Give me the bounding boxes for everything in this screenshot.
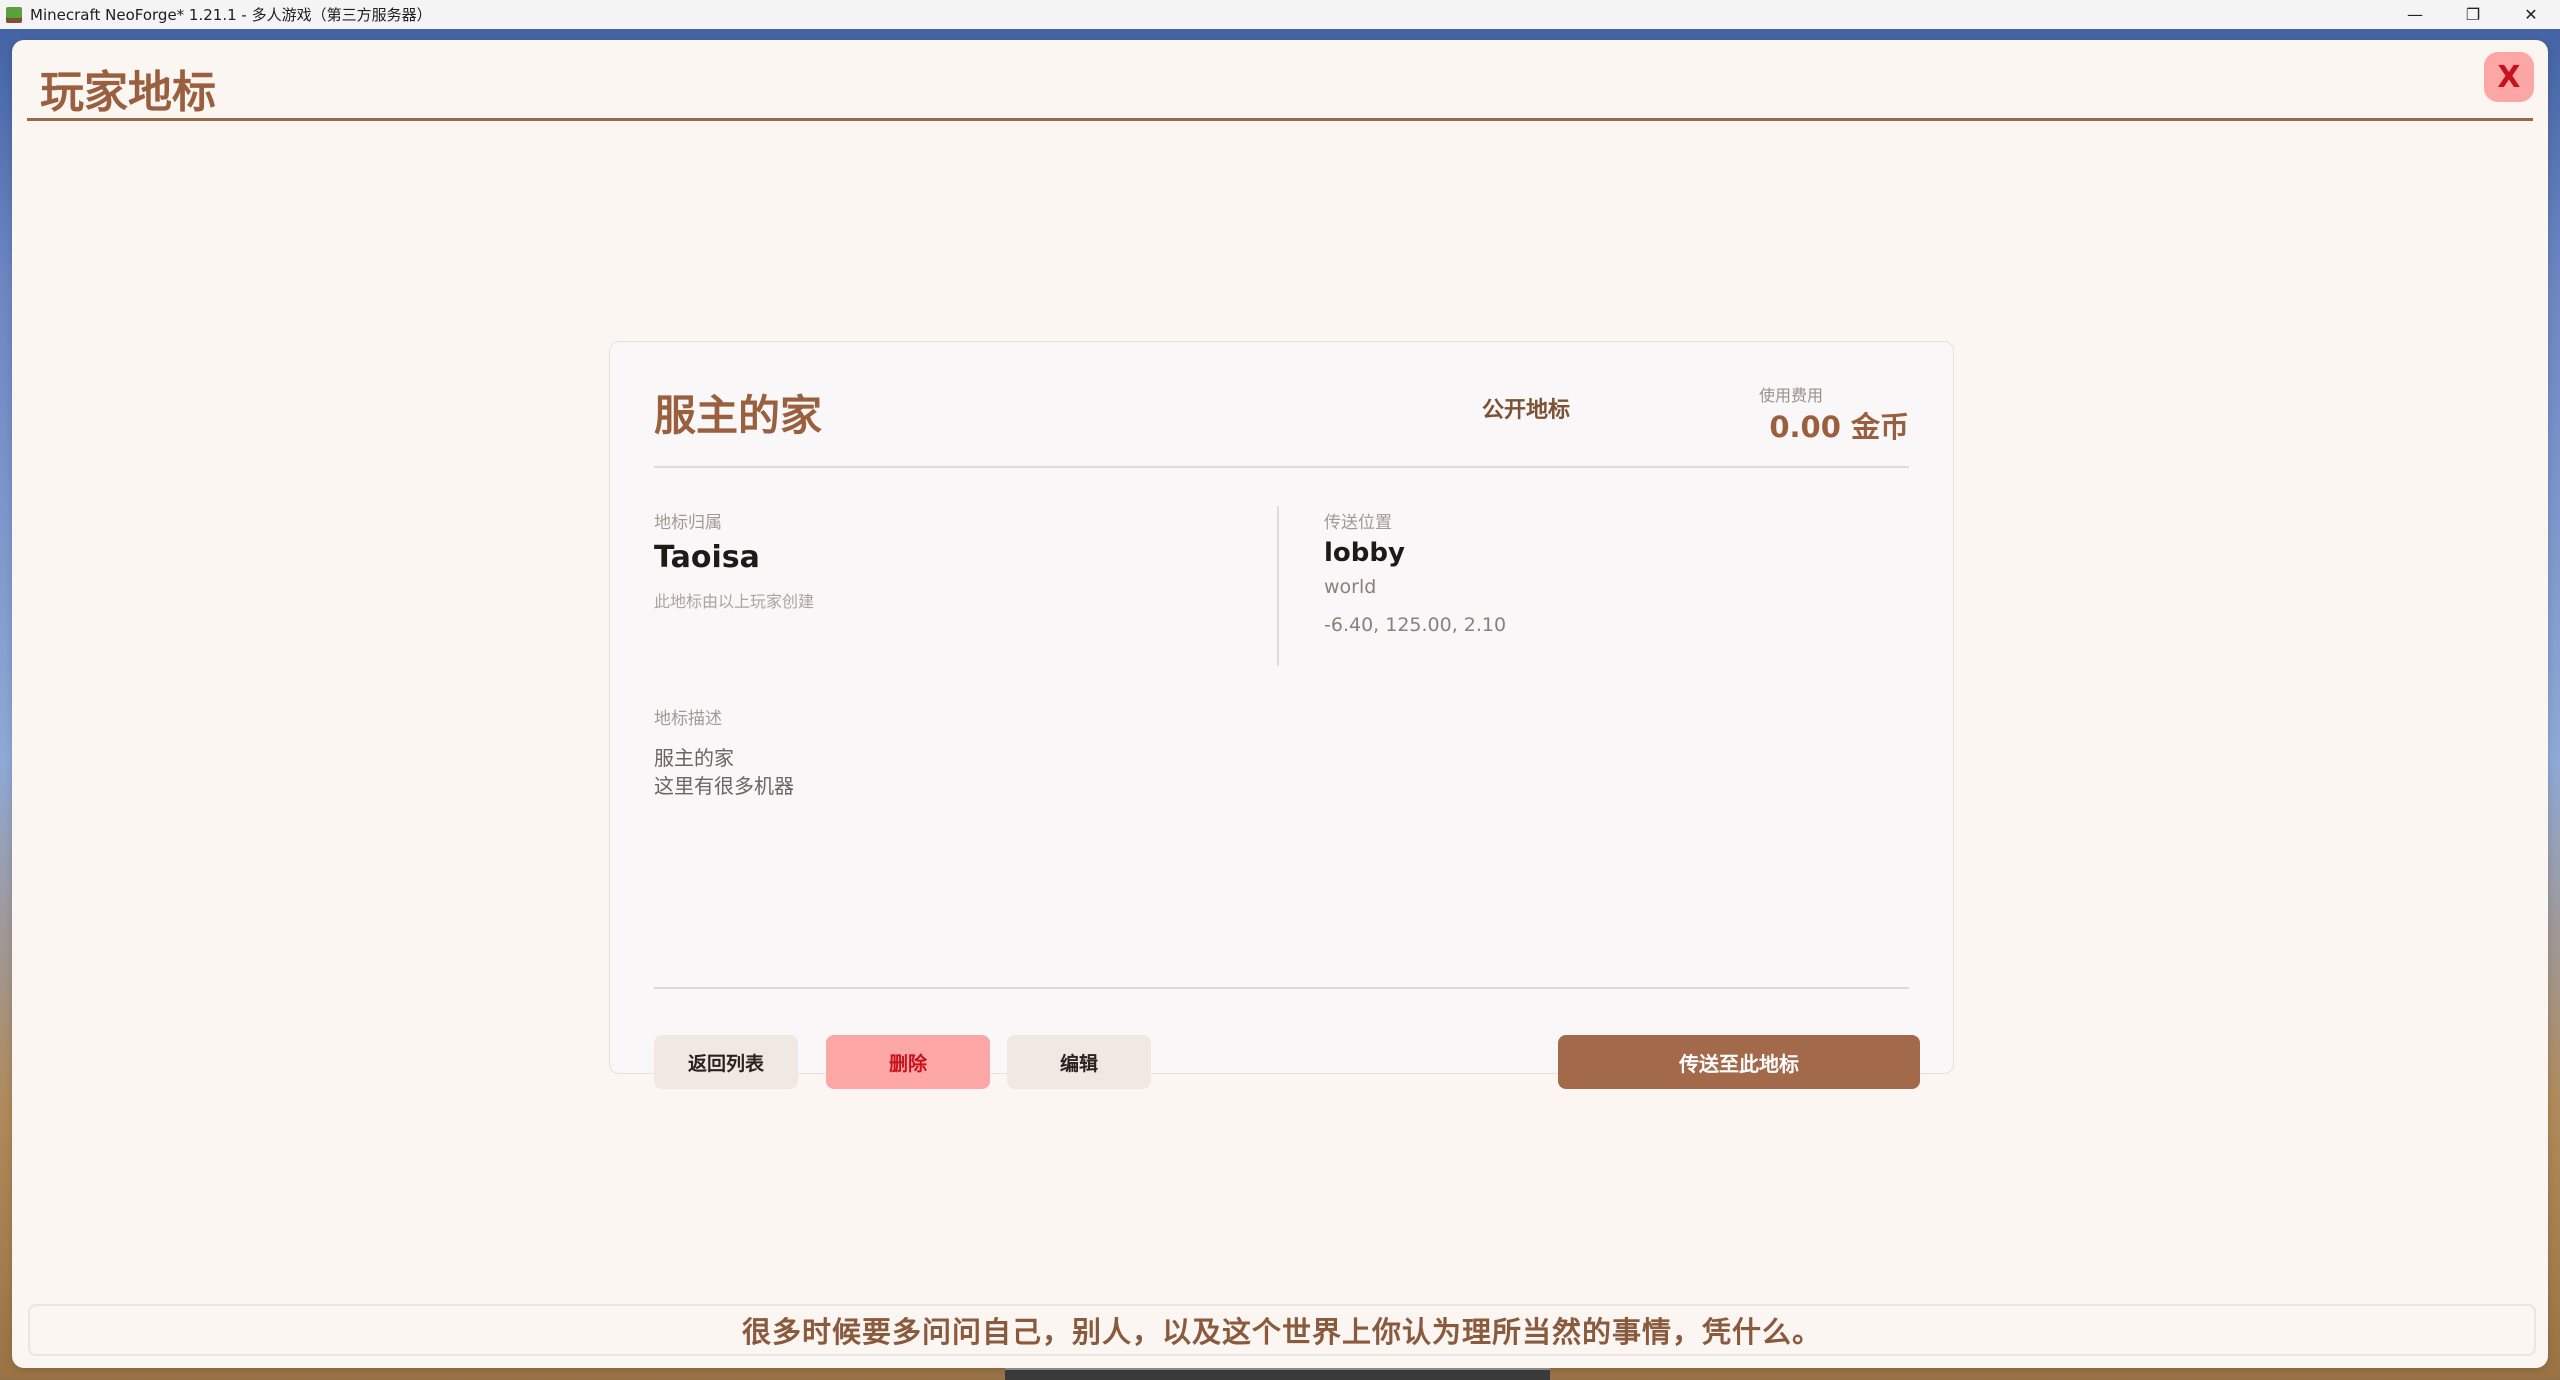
location-coords: -6.40, 125.00, 2.10 <box>1324 614 1507 636</box>
owner-note: 此地标由以上玩家创建 <box>654 592 815 611</box>
minecraft-app-icon <box>6 6 22 23</box>
fee-value: 0.00 金币 <box>1769 410 1909 444</box>
close-button[interactable]: X <box>2484 52 2534 102</box>
window-title: Minecraft NeoForge* 1.21.1 - 多人游戏（第三方服务器… <box>30 6 432 24</box>
game-hotbar <box>1005 1368 1550 1380</box>
landmark-name: 服主的家 <box>654 391 823 440</box>
actions-divider <box>654 987 1909 989</box>
restore-icon[interactable]: ❐ <box>2444 0 2502 29</box>
location-world: world <box>1324 576 1377 598</box>
footer-quote-bar: 很多时候要多问问自己，别人，以及这个世界上你认为理所当然的事情，凭什么。 <box>28 1304 2536 1356</box>
panel-title: 玩家地标 <box>40 67 216 118</box>
minimize-icon[interactable]: — <box>2386 0 2444 29</box>
title-divider <box>27 118 2533 121</box>
fee-label: 使用费用 <box>1758 386 1823 405</box>
teleport-button[interactable]: 传送至此地标 <box>1558 1035 1920 1089</box>
description-line: 这里有很多机器 <box>654 774 794 798</box>
footer-quote: 很多时候要多问问自己，别人，以及这个世界上你认为理所当然的事情，凭什么。 <box>741 1315 1822 1349</box>
landmark-panel: 玩家地标 X 服主的家 公开地标 使用费用 0.00 金币 地标归属 Taois… <box>12 40 2548 1368</box>
delete-button[interactable]: 删除 <box>826 1035 990 1089</box>
visibility-badge: 公开地标 <box>1482 398 1571 423</box>
window-close-icon[interactable]: ✕ <box>2502 0 2560 29</box>
owner-label: 地标归属 <box>654 513 722 533</box>
header-divider <box>654 466 1909 468</box>
location-label: 传送位置 <box>1324 513 1392 533</box>
description-label: 地标描述 <box>654 709 722 729</box>
back-to-list-button[interactable]: 返回列表 <box>654 1035 798 1089</box>
window-controls: — ❐ ✕ <box>2386 0 2560 29</box>
location-name: lobby <box>1324 538 1405 568</box>
description-line: 服主的家 <box>654 746 734 770</box>
edit-button[interactable]: 编辑 <box>1007 1035 1151 1089</box>
landmark-detail-card: 服主的家 公开地标 使用费用 0.00 金币 地标归属 Taoisa 此地标由以… <box>609 341 1954 1089</box>
os-title-bar: Minecraft NeoForge* 1.21.1 - 多人游戏（第三方服务器… <box>0 0 2560 29</box>
owner-name: Taoisa <box>654 540 760 575</box>
column-divider <box>1277 506 1279 666</box>
